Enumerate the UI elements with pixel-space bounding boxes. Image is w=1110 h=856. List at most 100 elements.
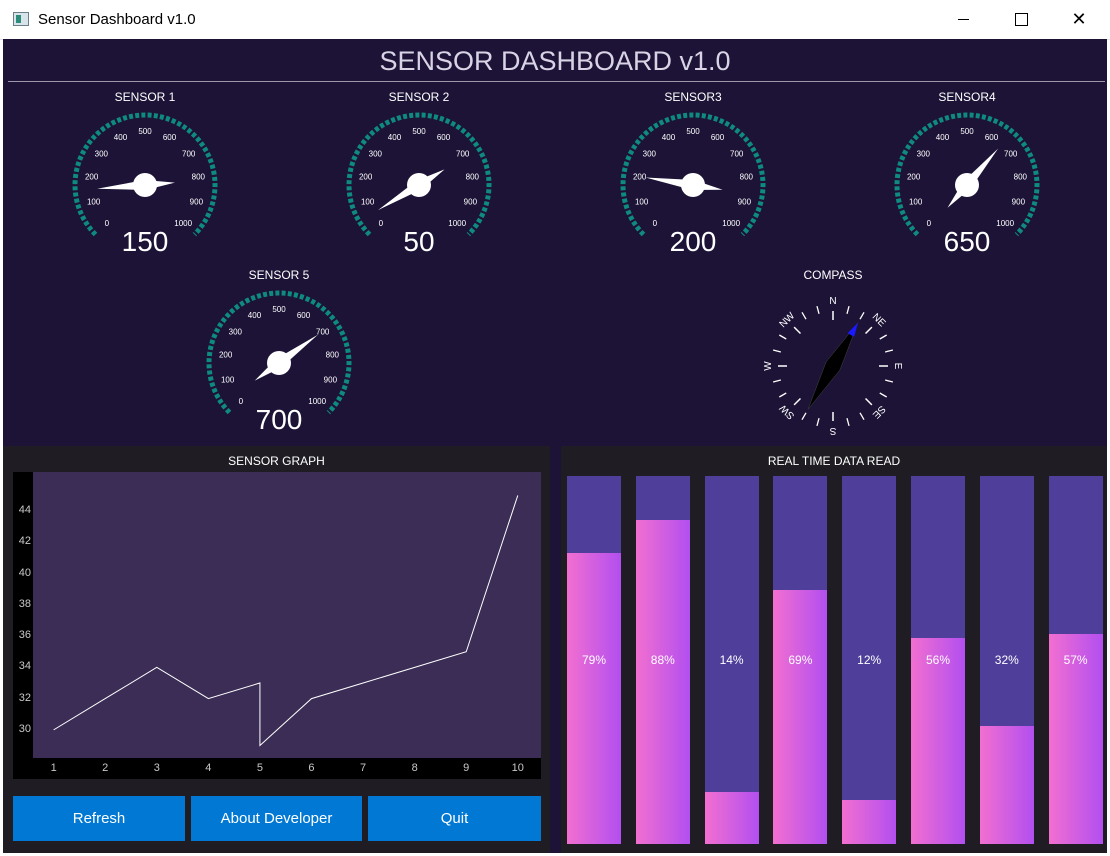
compass-tick [772,349,782,353]
realtime-bar: 14% [704,476,759,844]
gauge-tick-label: 0 [653,219,658,228]
compass-needle [807,322,859,410]
x-tick-label: 2 [102,762,109,774]
sensor4-gauge: 0 100 200 300 400 500 600 700 800 900 1000 650 [894,112,1040,257]
maximize-button[interactable] [992,0,1050,39]
compass-point-label: NE [870,312,888,330]
y-tick-label: 36 [18,629,31,642]
gauge-tick-label: 200 [359,173,373,182]
y-tick-label: 44 [18,504,31,517]
gauge-tick-label: 600 [437,133,451,142]
sensor3-label: SENSOR3 [664,90,722,104]
minimize-button[interactable] [934,0,992,39]
compass-point-label: S [829,425,836,436]
close-button[interactable]: ✕ [1050,0,1108,39]
gauge-tick-label: 1000 [722,219,740,228]
header-divider [8,81,1105,82]
gauge-tick-label: 800 [740,173,754,182]
y-tick-label: 30 [18,722,31,735]
page-title: SENSOR DASHBOARD v1.0 [379,46,731,76]
gauge-tick-label: 100 [221,376,235,385]
gauge-tick-label: 400 [936,133,950,142]
compass-point-label: SE [870,403,887,420]
app-icon [13,12,29,26]
sensor-graph-panel: SENSOR GRAPH 30 32 34 36 38 40 42 44 1234567891… [3,446,550,853]
realtime-bar: 69% [773,476,828,844]
gauge-tick-label: 100 [361,198,375,207]
dashboard: SENSOR DASHBOARD v1.0 SENSOR 1 0 100 200 30… [3,39,1107,853]
x-tick-label: 6 [308,762,315,774]
gauge-tick-label: 400 [114,133,128,142]
realtime-bar-fill [979,726,1034,844]
realtime-bar-label: 57% [1063,653,1088,667]
compass-tick [859,412,865,421]
gauge-tick-label: 100 [909,198,923,207]
gauge-tick-label: 1000 [448,219,466,228]
realtime-bar-label: 88% [650,653,675,667]
gauge-tick-label: 300 [917,149,931,158]
sensor3-gauge: 0 100 200 300 400 500 600 700 800 900 1000 200 [620,112,766,257]
sensor1-gauge: 0 100 200 300 400 500 600 700 800 900 1000 150 [72,112,218,257]
realtime-bar-label: 14% [719,653,744,667]
gauge-tick-label: 200 [85,173,99,182]
realtime-bar-label: 32% [994,653,1019,667]
sensor5-label: SENSOR 5 [248,268,310,282]
y-tick-label: 40 [18,566,31,579]
compass-major-tick [864,397,873,406]
x-tick-label: 5 [256,762,263,774]
compass-tick [879,392,888,398]
x-tick-label: 9 [463,762,470,774]
gauge-tick-label: 600 [711,133,725,142]
gauge-tick-label: 700 [316,327,330,336]
gauge-tick-label: 900 [190,198,204,207]
gauge-tick-label: 900 [1012,198,1026,207]
gauge-tick-label: 400 [388,133,402,142]
compass-tick [816,417,820,427]
compass-label: COMPASS [803,268,863,282]
close-icon: ✕ [1071,9,1087,29]
gauge-value: 700 [256,404,303,435]
compass-tick [778,392,787,398]
compass-tick [801,412,807,421]
sensor-graph-title: SENSOR GRAPH [228,454,325,468]
sensor2-gauge: 0 100 200 300 400 500 600 700 800 900 1000 50 [346,112,492,257]
x-tick-label: 4 [205,762,212,774]
compass-tick [778,334,787,340]
gauge-tick-label: 200 [907,173,921,182]
gauge-tick-label: 700 [456,149,470,158]
minimize-icon [957,19,969,20]
gauge-value: 50 [403,226,434,257]
x-tick-label: 1 [50,762,57,774]
about-developer-button[interactable]: About Developer [191,796,362,841]
compass-tick [859,311,865,320]
window-titlebar: Sensor Dashboard v1.0 ✕ [0,0,1110,40]
realtime-bar: 12% [842,476,897,844]
gauge-tick-label: 300 [229,327,243,336]
plot-area [33,472,541,758]
gauge-tick-label: 500 [272,305,286,314]
sensor5-gauge: 0 100 200 300 400 500 600 700 800 900 1000 700 [206,290,352,435]
compass-major-tick [793,397,802,406]
sensor2-label: SENSOR 2 [388,90,450,104]
realtime-title: REAL TIME DATA READ [767,454,901,468]
quit-button[interactable]: Quit [368,796,541,841]
realtime-bar-label: 69% [788,653,813,667]
gauge-tick-label: 100 [87,198,101,207]
gauge-tick-label: 0 [927,219,932,228]
gauge-tick-label: 800 [192,173,206,182]
compass-tick [884,349,894,353]
sensor4-label: SENSOR4 [938,90,996,104]
y-tick-label: 34 [18,660,31,673]
compass-major-tick [864,326,873,335]
x-tick-label: 7 [360,762,367,774]
gauge-tick-label: 200 [219,351,233,360]
gauge-tick-label: 200 [633,173,647,182]
realtime-bar-fill [842,799,897,844]
gauge-tick-label: 700 [730,149,744,158]
refresh-button[interactable]: Refresh [13,796,185,841]
gauge-value: 650 [944,226,991,257]
sensor1-label: SENSOR 1 [114,90,176,104]
graph-svg [53,495,519,747]
x-tick-label: 8 [411,762,418,774]
y-tick-label: 42 [18,535,31,548]
